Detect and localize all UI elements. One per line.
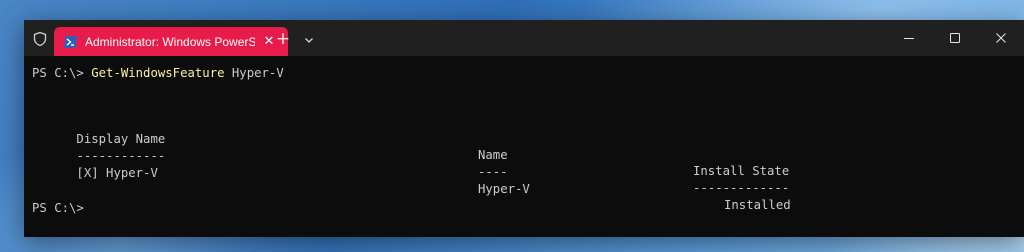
separator-install-state: ------------- [693,181,790,195]
maximize-icon [950,33,960,43]
cell-display-name: [X] Hyper-V [76,166,158,180]
powershell-icon [63,34,78,48]
minimize-icon [904,38,914,39]
final-prompt: PS C:\> [32,201,84,215]
cell-name: Hyper-V [478,182,530,196]
maximize-button[interactable] [932,20,978,56]
chevron-down-icon[interactable] [302,32,316,46]
command-cmdlet: Get-WindowsFeature [91,66,225,80]
table-header-row: Display Name Name Install State [32,115,789,178]
separator-name: ---- [478,165,508,179]
terminal-window: Administrator: Windows PowerShell ✕ + PS [24,20,1024,237]
cell-install-state: Installed [724,198,791,212]
terminal-output[interactable]: PS C:\> Get-WindowsFeature Hyper-V Displ… [24,56,1024,237]
header-install-state: Install State [693,164,790,178]
title-bar[interactable]: Administrator: Windows PowerShell ✕ + [24,20,1024,56]
prompt: PS C:\> [32,66,92,80]
close-window-button[interactable] [978,20,1024,56]
command-line: PS C:\> Get-WindowsFeature Hyper-V [32,65,284,81]
tab-title: Administrator: Windows PowerShell [85,35,255,49]
plus-icon[interactable]: + [274,30,292,48]
command-argument: Hyper-V [224,66,284,80]
header-name: Name [478,148,508,162]
shield-icon [32,31,48,47]
minimize-button[interactable] [886,20,932,56]
table-row: [X] Hyper-V Hyper-V Installed [32,149,790,212]
tab-powershell[interactable]: Administrator: Windows PowerShell ✕ [54,27,288,56]
close-window-icon [996,33,1006,43]
table-separator-row: ------------ ---- ------------- [32,132,789,195]
